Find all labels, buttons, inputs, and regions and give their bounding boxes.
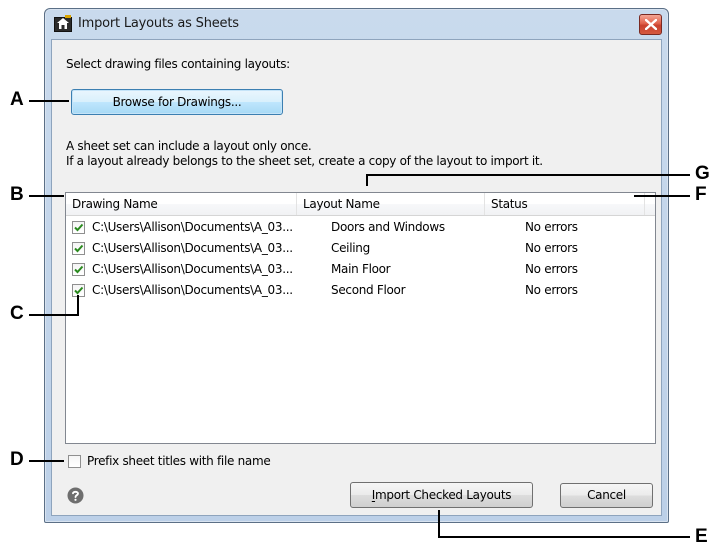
callout-c: C bbox=[10, 303, 24, 324]
help-icon[interactable] bbox=[67, 487, 84, 504]
callout-d-line bbox=[29, 460, 64, 462]
import-button-label: Import Checked Layouts bbox=[371, 488, 512, 502]
list-row[interactable]: C:\Users\Allison\Documents\A_03... Main … bbox=[66, 260, 655, 281]
row-checkbox[interactable] bbox=[72, 221, 85, 234]
row-drawing-name: C:\Users\Allison\Documents\A_03... bbox=[92, 262, 293, 276]
layouts-list[interactable]: Drawing Name Layout Name Status C:\Users… bbox=[65, 192, 656, 444]
cancel-button[interactable]: Cancel bbox=[560, 483, 653, 508]
callout-a: A bbox=[10, 89, 24, 110]
row-checkbox[interactable] bbox=[72, 263, 85, 276]
import-layouts-dialog: Import Layouts as Sheets Select drawing … bbox=[44, 8, 669, 523]
callout-g-line-v bbox=[366, 174, 368, 186]
list-header: Drawing Name Layout Name Status bbox=[66, 193, 655, 216]
window-title: Import Layouts as Sheets bbox=[78, 16, 239, 31]
row-status: No errors bbox=[525, 241, 578, 255]
list-row[interactable]: C:\Users\Allison\Documents\A_03... Doors… bbox=[66, 218, 655, 239]
callout-c-line-h bbox=[29, 314, 79, 316]
callout-g-line-h bbox=[366, 174, 690, 176]
column-status[interactable]: Status bbox=[485, 193, 645, 215]
row-layout-name: Doors and Windows bbox=[331, 220, 445, 234]
callout-c-line-v bbox=[77, 295, 79, 316]
checkmark-icon bbox=[74, 223, 84, 232]
callout-b-line bbox=[29, 195, 64, 197]
prefix-titles-checkbox[interactable] bbox=[68, 455, 81, 468]
list-row[interactable]: C:\Users\Allison\Documents\A_03... Ceili… bbox=[66, 239, 655, 260]
callout-g: G bbox=[695, 163, 710, 184]
prefix-titles-label[interactable]: Prefix sheet titles with file name bbox=[87, 454, 271, 468]
close-button[interactable] bbox=[639, 14, 662, 35]
callout-e-line-v bbox=[438, 510, 440, 537]
list-row[interactable]: C:\Users\Allison\Documents\A_03... Secon… bbox=[66, 281, 655, 302]
row-layout-name: Main Floor bbox=[331, 262, 391, 276]
column-layout-name[interactable]: Layout Name bbox=[297, 193, 485, 215]
info-text-line1: A sheet set can include a layout only on… bbox=[66, 139, 312, 153]
row-drawing-name: C:\Users\Allison\Documents\A_03... bbox=[92, 283, 293, 297]
row-status: No errors bbox=[525, 220, 578, 234]
close-icon bbox=[645, 19, 657, 30]
row-drawing-name: C:\Users\Allison\Documents\A_03... bbox=[92, 241, 293, 255]
column-drawing-name[interactable]: Drawing Name bbox=[66, 193, 297, 215]
row-checkbox[interactable] bbox=[72, 242, 85, 255]
callout-f-line bbox=[634, 195, 690, 197]
select-files-label: Select drawing files containing layouts: bbox=[66, 57, 290, 71]
callout-a-line bbox=[29, 100, 69, 102]
row-layout-name: Ceiling bbox=[331, 241, 370, 255]
callout-e: E bbox=[695, 526, 708, 547]
callout-b: B bbox=[10, 184, 24, 205]
callout-e-line-h bbox=[438, 536, 690, 538]
callout-d: D bbox=[10, 449, 24, 470]
checkmark-icon bbox=[74, 265, 84, 274]
info-text-line2: If a layout already belongs to the sheet… bbox=[66, 154, 543, 168]
title-bar: Import Layouts as Sheets bbox=[45, 9, 668, 39]
browse-for-drawings-button[interactable]: Browse for Drawings... bbox=[71, 89, 283, 115]
callout-f: F bbox=[695, 184, 707, 205]
row-layout-name: Second Floor bbox=[331, 283, 406, 297]
row-drawing-name: C:\Users\Allison\Documents\A_03... bbox=[92, 220, 293, 234]
sheet-set-icon bbox=[54, 15, 72, 32]
checkmark-icon bbox=[74, 244, 84, 253]
import-checked-layouts-button[interactable]: Import Checked Layouts bbox=[350, 482, 533, 508]
row-status: No errors bbox=[525, 262, 578, 276]
dialog-client-area: Select drawing files containing layouts:… bbox=[51, 39, 662, 516]
screenshot-stage: Import Layouts as Sheets Select drawing … bbox=[0, 0, 716, 549]
row-status: No errors bbox=[525, 283, 578, 297]
